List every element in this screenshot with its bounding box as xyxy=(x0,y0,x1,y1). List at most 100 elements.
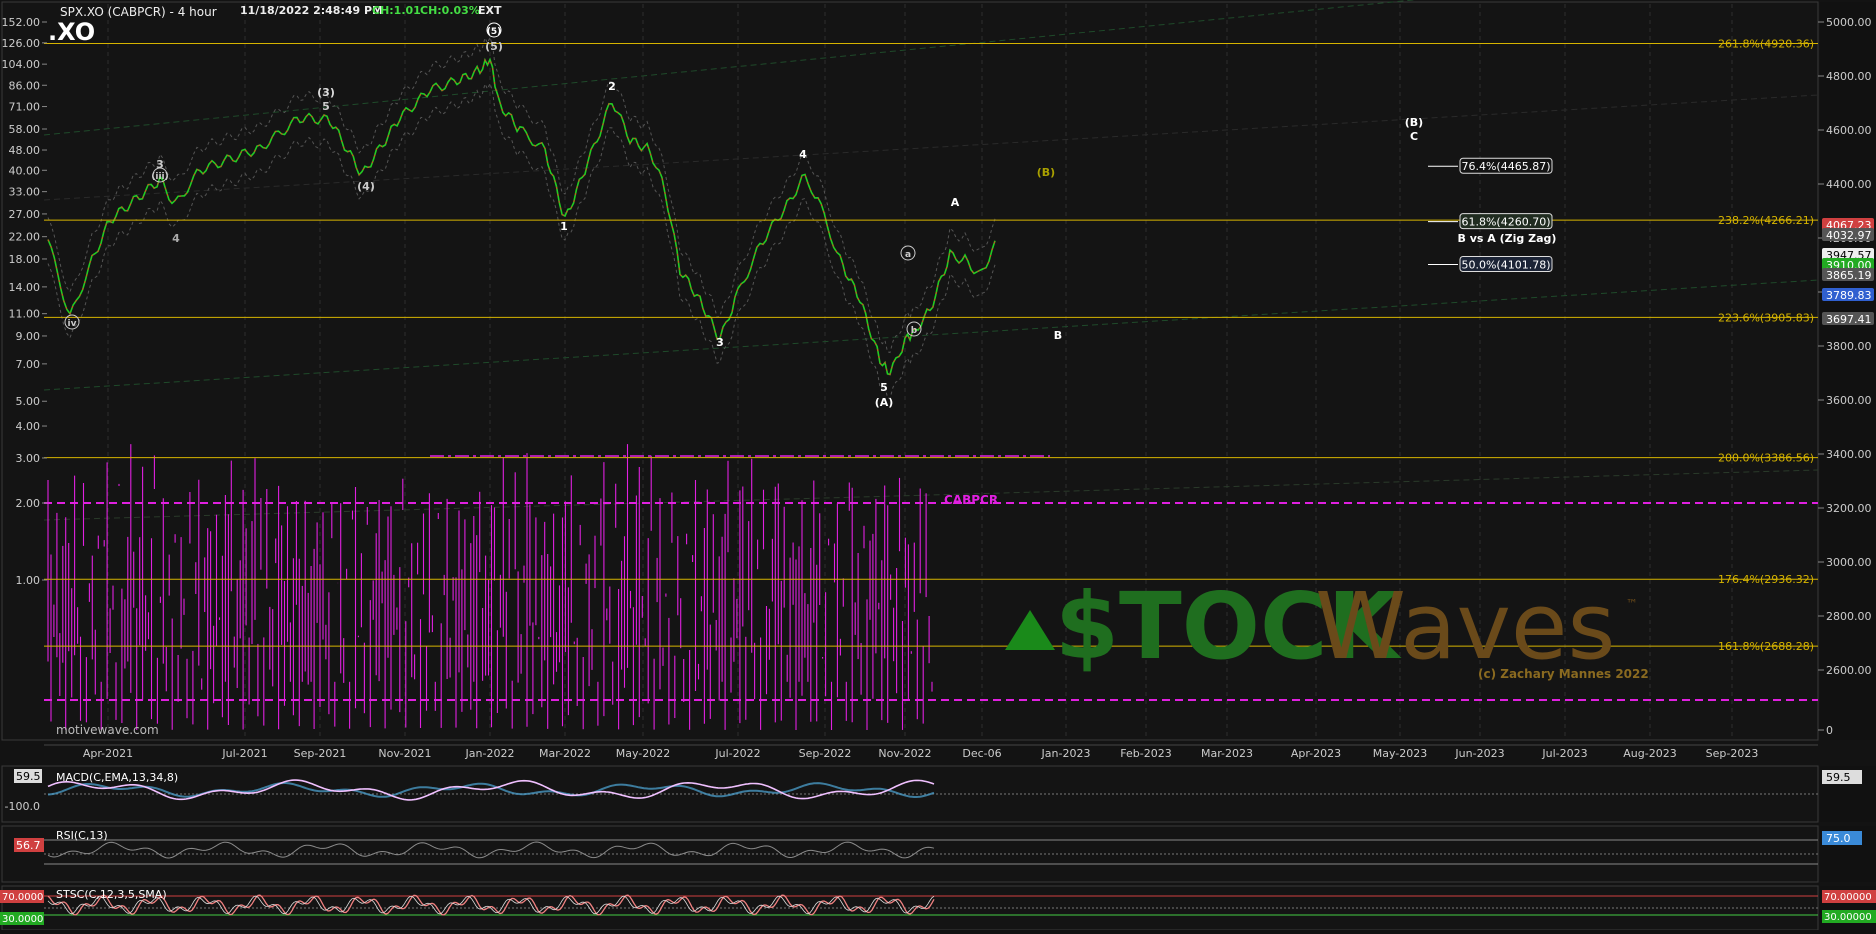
macd-title: MACD(C,EMA,13,34,8) xyxy=(56,771,178,784)
x-axis: Apr-2021 Jul-2021 Sep-2021 Nov-2021 Jan-2022… xyxy=(44,744,1818,760)
x-tick-label: Jun-2023 xyxy=(1454,747,1504,760)
x-tick-label: Nov-2022 xyxy=(878,747,931,760)
wave-label: (B) xyxy=(1037,166,1055,179)
x-tick-label: Jan-2022 xyxy=(465,747,515,760)
x-tick-label: Dec-06 xyxy=(962,747,1001,760)
fib-label: 223.6%(3905.83) xyxy=(1718,311,1814,324)
fib-label: 161.8%(2688.28) xyxy=(1718,640,1814,653)
wave-label: 2 xyxy=(608,80,616,93)
header-change: CH:1.01 xyxy=(372,4,421,17)
wave-label: (iii) xyxy=(151,172,168,182)
x-tick-label: Aug-2023 xyxy=(1623,747,1676,760)
right-axis-label: 0 xyxy=(1826,724,1833,737)
watermark-copyright: (c) Zachary Mannes 2022 xyxy=(1478,667,1649,681)
target-box-label: 76.4%(4465.87) xyxy=(1461,160,1550,173)
fib-label: 261.8%(4920.36) xyxy=(1718,38,1814,51)
right-axis-bg xyxy=(1820,2,1876,740)
x-tick-label: Sep-2021 xyxy=(294,747,347,760)
left-axis-label: 7.00 xyxy=(16,358,41,371)
x-tick-label: Sep-2022 xyxy=(799,747,852,760)
stoch-right-top: 70.00000 xyxy=(1824,892,1872,903)
wave-label: a xyxy=(905,250,911,260)
target-box-label: 61.8%(4260.70) xyxy=(1461,216,1550,229)
macd-left-bottom: -100.0 xyxy=(5,800,40,813)
right-axis-label: 3800.00 xyxy=(1826,340,1872,353)
left-axis-label: 5.00 xyxy=(16,395,41,408)
header-session: EXT xyxy=(478,4,502,17)
wave-label: 3 xyxy=(716,336,724,349)
left-axis-label: 11.00 xyxy=(9,308,41,321)
right-axis-label: 3000.00 xyxy=(1826,556,1872,569)
fib-label: 238.2%(4266.21) xyxy=(1718,214,1814,227)
price-badge-label: 3865.19 xyxy=(1826,269,1872,282)
wave-label: (4) xyxy=(357,180,375,193)
x-tick-label: Jul-2023 xyxy=(1541,747,1587,760)
wave-label: 5 xyxy=(880,381,888,394)
right-axis-label: 4600.00 xyxy=(1826,124,1872,137)
x-tick-label: Apr-2021 xyxy=(83,747,133,760)
right-axis-label: 5000.00 xyxy=(1826,16,1872,29)
right-axis-label: 4400.00 xyxy=(1826,178,1872,191)
right-axis-label: 3200.00 xyxy=(1826,502,1872,515)
left-axis-label: 152.00 xyxy=(2,16,41,29)
x-tick-label: Jul-2022 xyxy=(714,747,760,760)
wave-label: C xyxy=(1410,130,1418,143)
price-badge-label: 3697.41 xyxy=(1826,313,1872,326)
fib-label: 176.4%(2936.32) xyxy=(1718,573,1814,586)
wave-label: (B) xyxy=(1405,116,1423,129)
left-axis-label: 126.00 xyxy=(2,37,41,50)
wave-label: b xyxy=(911,326,918,336)
stoch-right-bottom: 30.00000 xyxy=(1824,912,1872,923)
left-axis-label: 27.00 xyxy=(9,208,41,221)
watermark-site: motivewave.com xyxy=(56,723,159,737)
right-axis-label: 2600.00 xyxy=(1826,664,1872,677)
left-axis-label: 22.00 xyxy=(9,231,41,244)
macd-right-value: 59.5 xyxy=(1826,771,1851,784)
watermark-tm: ™ xyxy=(1626,597,1638,611)
wave-label: A xyxy=(951,196,960,209)
x-tick-label: Mar-2022 xyxy=(539,747,591,760)
x-tick-label: May-2023 xyxy=(1373,747,1428,760)
stoch-left-top: 70.0000 xyxy=(2,892,43,903)
indicator-panels: MACD(C,EMA,13,34,8) 59.5 -100.0 59.5 RSI(C,1… xyxy=(0,765,1876,931)
wave-label: (5) xyxy=(487,27,502,37)
x-tick-label: Jul-2021 xyxy=(221,747,267,760)
target-box-label: 50.0%(4101.78) xyxy=(1461,259,1550,272)
chart-svg: CABPCR 261.8%(4920.36) 238.2%(4266.21) 223… xyxy=(0,0,1876,931)
right-axis-label: 4800.00 xyxy=(1826,70,1872,83)
left-axis-label: 33.00 xyxy=(9,186,41,199)
left-axis-label: 9.00 xyxy=(16,330,41,343)
watermark-brand-right: Waves xyxy=(1315,573,1615,680)
x-tick-label: May-2022 xyxy=(616,747,671,760)
price-badge-label: 4032.97 xyxy=(1826,229,1872,242)
fib-label: 200.0%(3386.56) xyxy=(1718,452,1814,465)
rsi-left-value: 56.7 xyxy=(16,839,41,852)
rsi-title: RSI(C,13) xyxy=(56,829,108,842)
macd-left-top: 59.5 xyxy=(16,770,41,783)
right-axis-label: 2800.00 xyxy=(1826,610,1872,623)
right-axis-label: 3400.00 xyxy=(1826,448,1872,461)
price-badge-label: 3789.83 xyxy=(1826,289,1872,302)
left-axis-label: 71.00 xyxy=(9,101,41,114)
left-axis-label: 40.00 xyxy=(9,164,41,177)
stoch-title: STSC(C,12,3,5,SMA) xyxy=(56,888,167,901)
x-tick-label: Nov-2021 xyxy=(378,747,431,760)
wave-label: 4 xyxy=(172,232,180,245)
header-symbol-tag: .XO xyxy=(48,18,95,46)
left-axis-label: 4.00 xyxy=(16,420,41,433)
x-tick-label: Jan-2023 xyxy=(1041,747,1091,760)
wave-label: 4 xyxy=(799,148,807,161)
wave-label: 5 xyxy=(322,100,330,113)
left-axis-label: 86.00 xyxy=(9,79,41,92)
rsi-right-value: 75.0 xyxy=(1826,832,1851,845)
wave-label: B xyxy=(1054,329,1062,342)
wave-label: (3) xyxy=(317,86,335,99)
wave-label: 1 xyxy=(560,220,568,233)
x-tick-label: Apr-2023 xyxy=(1291,747,1341,760)
x-tick-label: Sep-2023 xyxy=(1706,747,1759,760)
stoch-left-bottom: 30.0000 xyxy=(2,914,43,925)
wave-label: (5) xyxy=(485,40,503,53)
left-axis-label: 58.00 xyxy=(9,123,41,136)
wave-label: (A) xyxy=(875,396,894,409)
right-axis: 5000.004800.004600.004400.004200.004000.… xyxy=(1818,2,1876,740)
